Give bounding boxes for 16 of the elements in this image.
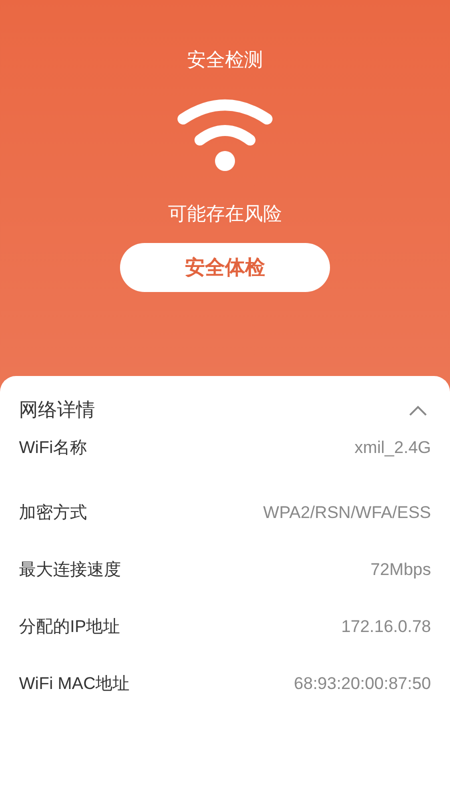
- detail-label: 最大连接速度: [19, 558, 121, 581]
- detail-value: 72Mbps: [370, 558, 431, 581]
- detail-label: WiFi MAC地址: [19, 672, 130, 695]
- detail-label: 分配的IP地址: [19, 616, 120, 638]
- page-title: 安全检测: [187, 49, 263, 73]
- chevron-up-icon[interactable]: [408, 405, 428, 417]
- security-check-button[interactable]: 安全体检: [120, 243, 330, 292]
- detail-label: 加密方式: [19, 502, 87, 524]
- wifi-icon: [177, 99, 273, 171]
- detail-value: xmil_2.4G: [354, 437, 431, 460]
- risk-status: 可能存在风险: [168, 203, 282, 227]
- detail-value: 172.16.0.78: [341, 616, 431, 638]
- section-title: 网络详情: [19, 398, 95, 423]
- detail-label: WiFi名称: [19, 437, 87, 460]
- detail-value: 68:93:20:00:87:50: [294, 672, 431, 695]
- detail-value: WPA2/RSN/WFA/ESS: [263, 502, 431, 524]
